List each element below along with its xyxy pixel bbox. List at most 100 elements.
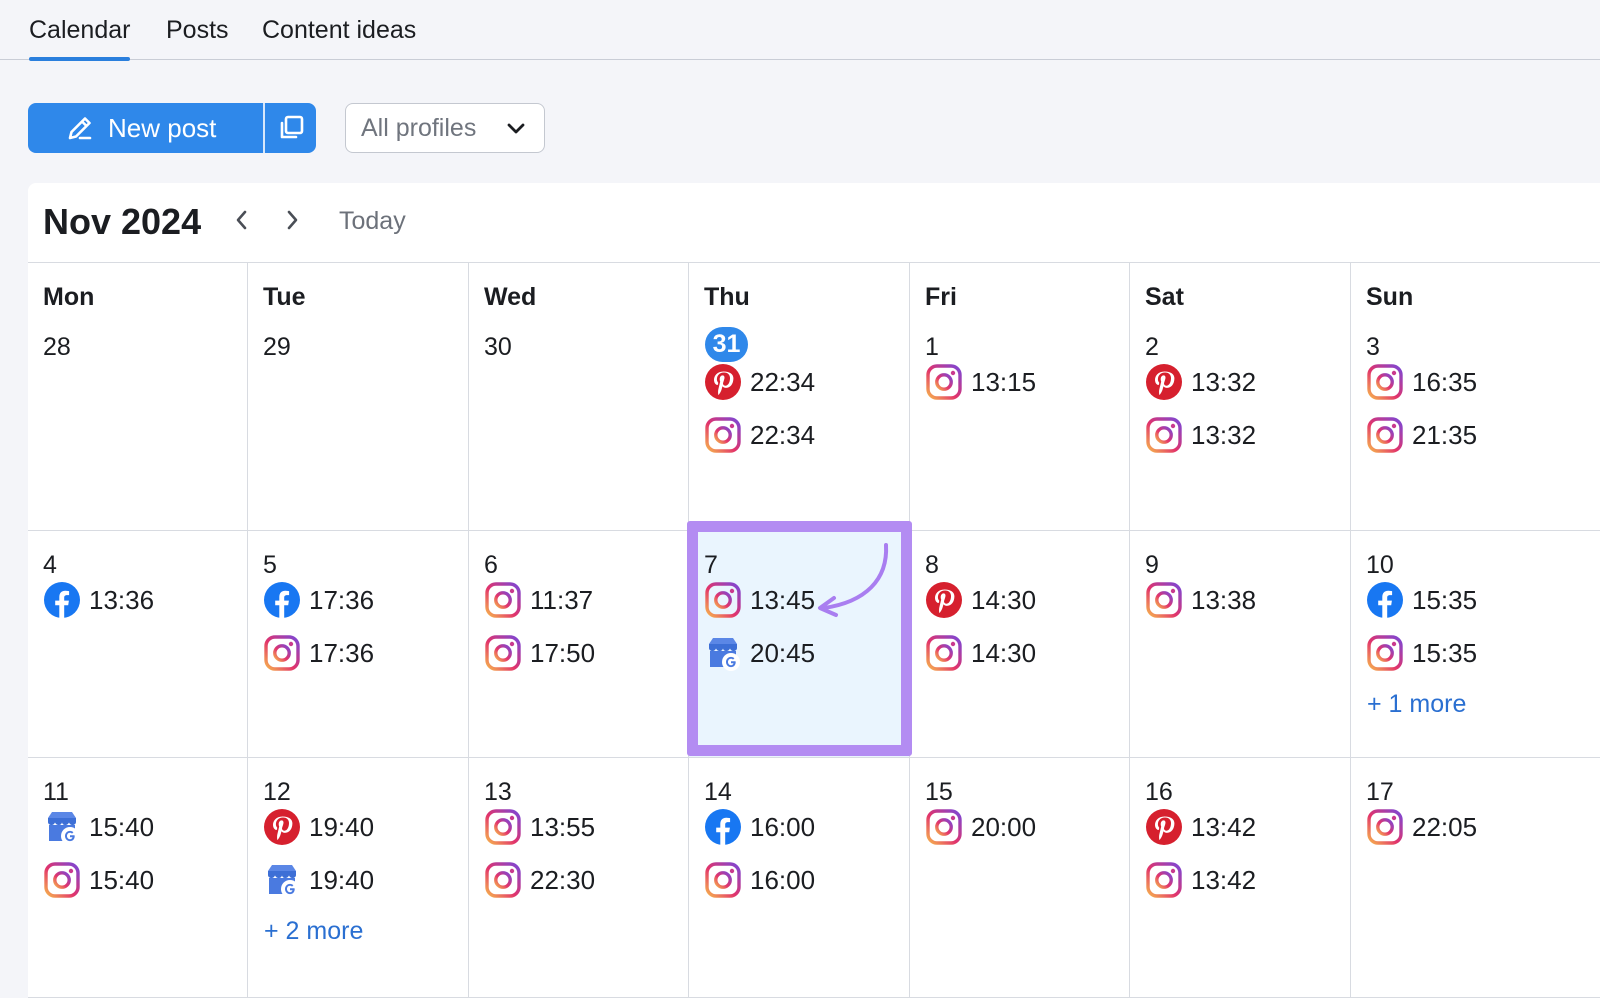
scheduled-post[interactable]: 19:40 [263,860,374,900]
more-posts-link[interactable]: + 2 more [264,917,363,946]
calendar-day-cell[interactable]: Mon 28 [28,263,248,531]
profiles-select[interactable]: All profiles [345,103,545,153]
scheduled-post[interactable]: 13:42 [1145,860,1256,900]
calendar-day-cell[interactable]: 17 22:05 [1351,758,1600,998]
scheduled-post[interactable]: 17:36 [263,633,374,673]
day-number: 11 [43,778,69,806]
scheduled-post[interactable]: 16:00 [704,807,815,847]
scheduled-post[interactable]: 13:42 [1145,807,1256,847]
scheduled-post[interactable]: 17:36 [263,580,374,620]
post-time: 16:00 [750,864,816,895]
scheduled-post[interactable]: 13:32 [1145,362,1256,402]
calendar-day-cell[interactable]: Sat 2 13:32 13:32 [1130,263,1351,531]
today-button[interactable]: Today [339,207,406,236]
calendar-header: Nov 2024 Today [28,183,1600,263]
post-time: 22:34 [750,419,816,450]
post-time: 15:35 [1412,637,1478,668]
scheduled-post[interactable]: 20:45 [704,633,815,673]
scheduled-post[interactable]: 20:00 [925,807,1036,847]
scheduled-post[interactable]: 15:40 [43,807,154,847]
calendar: Nov 2024 Today Mon 28 Tue 29 Wed 30 Thu 31 22:34… [28,183,1600,998]
scheduled-post[interactable]: 22:34 [704,362,815,402]
scheduled-post[interactable]: 13:15 [925,362,1036,402]
calendar-day-cell[interactable]: 13 13:55 22:30 [469,758,689,998]
google-business-icon [43,808,81,846]
post-time: 22:30 [530,864,596,895]
calendar-day-cell[interactable]: 15 20:00 [910,758,1130,998]
calendar-day-cell[interactable]: 6 11:37 17:50 [469,531,689,758]
scheduled-post[interactable]: 22:05 [1366,807,1477,847]
scheduled-post[interactable]: 13:32 [1145,415,1256,455]
scheduled-post[interactable]: 15:35 [1366,580,1477,620]
day-number: 8 [925,551,939,579]
scheduled-post[interactable]: 22:34 [704,415,815,455]
day-number: 12 [263,778,291,806]
calendar-day-cell[interactable]: Sun 3 16:35 21:35 [1351,263,1600,531]
post-time: 22:34 [750,366,816,397]
scheduled-post[interactable]: 13:45 [704,580,815,620]
scheduled-post[interactable]: 13:38 [1145,580,1256,620]
facebook-icon [704,808,742,846]
instagram-icon [1145,416,1183,454]
scheduled-post[interactable]: 14:30 [925,633,1036,673]
new-post-button[interactable]: New post [28,103,263,153]
calendar-day-cell[interactable]: Tue 29 [248,263,469,531]
today-day-number: 31 [705,327,748,362]
instagram-icon [263,634,301,672]
scheduled-post[interactable]: 13:36 [43,580,154,620]
more-posts-link[interactable]: + 1 more [1367,690,1466,719]
tab-posts[interactable]: Posts [166,16,229,60]
calendar-day-cell[interactable]: 5 17:36 17:36 [248,531,469,758]
calendar-grid: Mon 28 Tue 29 Wed 30 Thu 31 22:34 22:34 Fri 1 13:15 S… [28,263,1600,998]
weekday-header: Thu [704,283,750,311]
scheduled-post[interactable]: 15:40 [43,860,154,900]
instagram-icon [484,808,522,846]
post-time: 19:40 [309,811,375,842]
day-number: 16 [1145,778,1173,806]
post-time: 15:35 [1412,584,1478,615]
next-month-button[interactable] [283,209,301,236]
calendar-day-cell[interactable]: Thu 31 22:34 22:34 [689,263,910,531]
calendar-day-cell[interactable]: 10 15:35 15:35 + 1 more [1351,531,1600,758]
tab-calendar[interactable]: Calendar [29,16,131,61]
previous-month-button[interactable] [233,209,251,236]
instagram-icon [1145,581,1183,619]
calendar-day-cell[interactable]: 12 19:40 19:40 + 2 more [248,758,469,998]
calendar-day-cell[interactable]: 7 13:45 20:45 [689,531,910,758]
facebook-icon [43,581,81,619]
scheduled-post[interactable]: 11:37 [484,580,593,620]
pinterest-icon [263,808,301,846]
calendar-day-cell[interactable]: 4 13:36 [28,531,248,758]
post-time: 17:36 [309,637,375,668]
calendar-day-cell[interactable]: 9 13:38 [1130,531,1351,758]
calendar-day-cell[interactable]: 11 15:40 15:40 [28,758,248,998]
google-business-icon [704,634,742,672]
scheduled-post[interactable]: 16:35 [1366,362,1477,402]
scheduled-post[interactable]: 13:55 [484,807,595,847]
pinterest-icon [704,363,742,401]
calendar-day-cell[interactable]: Wed 30 [469,263,689,531]
calendar-day-cell[interactable]: Fri 1 13:15 [910,263,1130,531]
tab-content-ideas[interactable]: Content ideas [262,16,416,60]
post-time: 22:05 [1412,811,1478,842]
new-post-button-group: New post [28,103,316,153]
day-number: 28 [43,333,71,361]
scheduled-post[interactable]: 16:00 [704,860,815,900]
calendar-day-cell[interactable]: 14 16:00 16:00 [689,758,910,998]
day-number: 29 [263,333,291,361]
scheduled-post[interactable]: 21:35 [1366,415,1477,455]
duplicate-post-button[interactable] [265,103,316,153]
scheduled-post[interactable]: 14:30 [925,580,1036,620]
post-time: 13:36 [89,584,155,615]
scheduled-post[interactable]: 19:40 [263,807,374,847]
scheduled-post[interactable]: 17:50 [484,633,595,673]
scheduled-post[interactable]: 22:30 [484,860,595,900]
post-time: 13:45 [750,584,816,615]
scheduled-post[interactable]: 15:35 [1366,633,1477,673]
instagram-icon [1366,363,1404,401]
calendar-day-cell[interactable]: 8 14:30 14:30 [910,531,1130,758]
instagram-icon [1366,634,1404,672]
profiles-select-value: All profiles [361,113,477,142]
day-number: 5 [263,551,277,579]
calendar-day-cell[interactable]: 16 13:42 13:42 [1130,758,1351,998]
